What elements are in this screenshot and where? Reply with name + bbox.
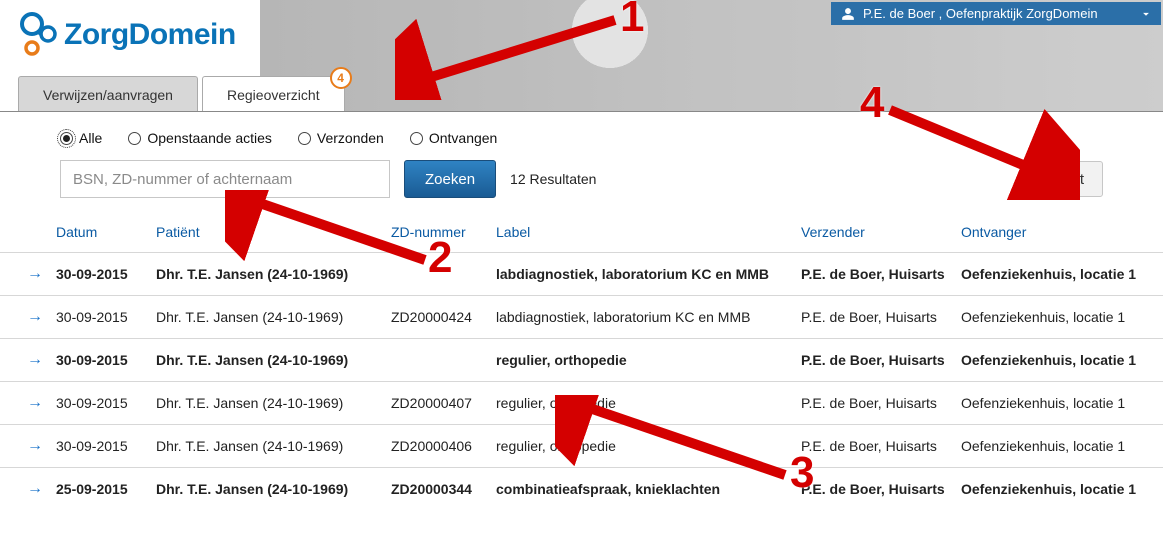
user-menu[interactable]: P.E. de Boer , Oefenpraktijk ZorgDomein [831,2,1161,25]
cell-label: combinatieafspraak, knieklachten [490,468,795,511]
tab-badge: 4 [330,67,352,89]
radio-ontvangen[interactable]: Ontvangen [410,130,498,146]
cell-label: regulier, orthopedie [490,382,795,425]
cell-patient: Dhr. T.E. Jansen (24-10-1969) [150,253,385,296]
results-count: 12 Resultaten [510,171,596,187]
radio-dot-icon [410,132,423,145]
cell-zd: ZD20000424 [385,296,490,339]
arrow-right-icon: → [0,468,50,511]
cell-sender: P.E. de Boer, Huisarts [795,339,955,382]
tab-label: Regieoverzicht [227,87,320,103]
radio-label: Ontvangen [429,130,498,146]
arrow-right-icon: → [0,339,50,382]
col-receiver[interactable]: Ontvanger [955,212,1163,253]
radio-alle[interactable]: Alle [60,130,102,146]
cell-receiver: Oefenziekenhuis, locatie 1 [955,382,1163,425]
cell-patient: Dhr. T.E. Jansen (24-10-1969) [150,382,385,425]
logo-text: ZorgDomein [64,18,236,52]
cell-label: labdiagnostiek, laboratorium KC en MMB [490,253,795,296]
radio-verzonden[interactable]: Verzonden [298,130,384,146]
radio-label: Openstaande acties [147,130,272,146]
logo-icon [18,12,60,58]
cell-date: 30-09-2015 [50,382,150,425]
table-row[interactable]: →30-09-2015Dhr. T.E. Jansen (24-10-1969)… [0,339,1163,382]
arrow-right-icon: → [0,296,50,339]
cell-date: 30-09-2015 [50,253,150,296]
radio-openstaande[interactable]: Openstaande acties [128,130,272,146]
table-row[interactable]: →30-09-2015Dhr. T.E. Jansen (24-10-1969)… [0,296,1163,339]
search-input[interactable] [60,160,390,198]
cell-sender: P.E. de Boer, Huisarts [795,425,955,468]
cell-sender: P.E. de Boer, Huisarts [795,382,955,425]
cell-zd: ZD20000344 [385,468,490,511]
radio-label: Alle [79,130,102,146]
col-zd[interactable]: ZD-nummer [385,212,490,253]
cell-date: 30-09-2015 [50,425,150,468]
cell-label: regulier, orthopedie [490,425,795,468]
cell-patient: Dhr. T.E. Jansen (24-10-1969) [150,296,385,339]
cell-receiver: Oefenziekenhuis, locatie 1 [955,425,1163,468]
tabs: Verwijzen/aanvragen Regieoverzicht 4 [18,76,349,111]
col-datum[interactable]: Datum [50,212,150,253]
cell-sender: P.E. de Boer, Huisarts [795,253,955,296]
results-table: Datum Patiënt ZD-nummer Label Verzender … [0,212,1163,510]
logo[interactable]: ZorgDomein [18,12,236,58]
cell-patient: Dhr. T.E. Jansen (24-10-1969) [150,425,385,468]
user-name: P.E. de Boer , Oefenpraktijk ZorgDomein [863,6,1131,21]
search-row: Zoeken 12 Resultaten Export [0,154,1163,212]
cell-zd [385,253,490,296]
col-label[interactable]: Label [490,212,795,253]
cell-zd [385,339,490,382]
cell-label: labdiagnostiek, laboratorium KC en MMB [490,296,795,339]
cell-receiver: Oefenziekenhuis, locatie 1 [955,296,1163,339]
chevron-down-icon [1139,7,1153,21]
col-patient[interactable]: Patiënt [150,212,385,253]
cell-patient: Dhr. T.E. Jansen (24-10-1969) [150,339,385,382]
cell-date: 30-09-2015 [50,339,150,382]
table-row[interactable]: →30-09-2015Dhr. T.E. Jansen (24-10-1969)… [0,382,1163,425]
cell-date: 30-09-2015 [50,296,150,339]
col-sender[interactable]: Verzender [795,212,955,253]
tab-label: Verwijzen/aanvragen [43,87,173,103]
table-header-row: Datum Patiënt ZD-nummer Label Verzender … [0,212,1163,253]
user-icon [841,7,855,21]
search-button[interactable]: Zoeken [404,160,496,198]
cell-sender: P.E. de Boer, Huisarts [795,468,955,511]
cell-receiver: Oefenziekenhuis, locatie 1 [955,468,1163,511]
cell-zd: ZD20000407 [385,382,490,425]
filter-row: Alle Openstaande acties Verzonden Ontvan… [0,112,1163,154]
table-row[interactable]: →30-09-2015Dhr. T.E. Jansen (24-10-1969)… [0,253,1163,296]
export-button[interactable]: Export [1022,161,1103,197]
table-row[interactable]: →30-09-2015Dhr. T.E. Jansen (24-10-1969)… [0,425,1163,468]
cell-label: regulier, orthopedie [490,339,795,382]
arrow-right-icon: → [0,253,50,296]
arrow-right-icon: → [0,425,50,468]
radio-dot-icon [60,132,73,145]
cell-zd: ZD20000406 [385,425,490,468]
radio-dot-icon [298,132,311,145]
cell-patient: Dhr. T.E. Jansen (24-10-1969) [150,468,385,511]
radio-label: Verzonden [317,130,384,146]
table-row[interactable]: →25-09-2015Dhr. T.E. Jansen (24-10-1969)… [0,468,1163,511]
tab-regieoverzicht[interactable]: Regieoverzicht 4 [202,76,345,111]
radio-dot-icon [128,132,141,145]
header-banner: ZorgDomein P.E. de Boer , Oefenpraktijk … [0,0,1163,112]
cell-date: 25-09-2015 [50,468,150,511]
cell-receiver: Oefenziekenhuis, locatie 1 [955,339,1163,382]
cell-receiver: Oefenziekenhuis, locatie 1 [955,253,1163,296]
arrow-right-icon: → [0,382,50,425]
cell-sender: P.E. de Boer, Huisarts [795,296,955,339]
tab-verwijzen[interactable]: Verwijzen/aanvragen [18,76,198,111]
